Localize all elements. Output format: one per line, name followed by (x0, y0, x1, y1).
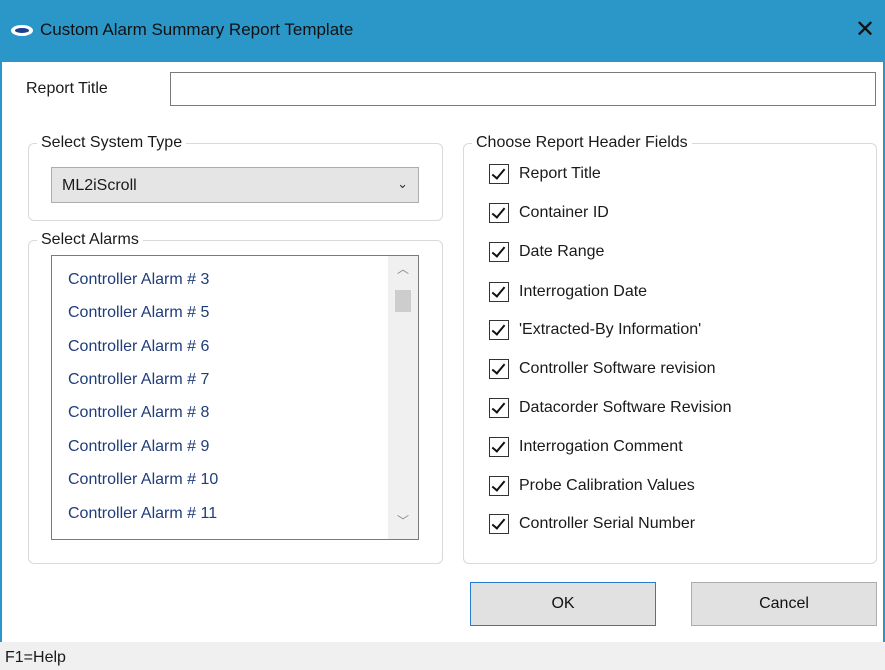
alarms-listbox[interactable]: Controller Alarm # 3 Controller Alarm # … (51, 255, 419, 540)
alarm-list-item[interactable]: Controller Alarm # 5 (68, 303, 209, 323)
checkbox-checked[interactable] (489, 242, 509, 262)
close-icon[interactable]: ✕ (848, 14, 882, 48)
status-help-text: F1=Help (5, 649, 66, 666)
scrollbar-thumb[interactable] (395, 290, 411, 312)
header-field-label: Report Title (519, 165, 601, 182)
alarm-list-item[interactable]: Controller Alarm # 8 (68, 403, 209, 423)
checkbox-checked[interactable] (489, 282, 509, 302)
report-title-input[interactable] (170, 72, 876, 106)
checkbox-checked[interactable] (489, 514, 509, 534)
alarm-list-item[interactable]: Controller Alarm # 3 (68, 270, 209, 290)
system-type-selected-value: ML2iScroll (62, 177, 137, 194)
checkbox-checked[interactable] (489, 203, 509, 223)
header-field-label: Date Range (519, 243, 605, 260)
checkbox-checked[interactable] (489, 398, 509, 418)
ok-button[interactable]: OK (470, 582, 656, 626)
alarm-list-item[interactable]: Controller Alarm # 11 (68, 504, 217, 524)
report-title-label: Report Title (26, 80, 108, 97)
alarm-list-item[interactable]: Controller Alarm # 10 (68, 470, 218, 490)
scroll-down-icon[interactable]: ﹀ (388, 512, 418, 529)
checkbox-checked[interactable] (489, 164, 509, 184)
checkbox-checked[interactable] (489, 320, 509, 340)
title-bar: Custom Alarm Summary Report Template ✕ (0, 0, 885, 62)
window-title: Custom Alarm Summary Report Template (40, 20, 354, 39)
header-field-label: Interrogation Date (519, 283, 648, 300)
scroll-up-icon[interactable]: ︿ (388, 260, 418, 277)
status-bar: F1=Help (0, 642, 885, 670)
alarm-list-item[interactable]: Controller Alarm # 9 (68, 437, 209, 457)
app-logo-icon (11, 25, 33, 36)
system-type-select[interactable]: ML2iScroll ⌄ (51, 167, 419, 203)
checkbox-checked[interactable] (489, 437, 509, 457)
header-field-label: Datacorder Software Revision (519, 399, 732, 416)
header-field-label: Controller Software revision (519, 360, 716, 377)
window-border-left (0, 62, 2, 642)
checkbox-checked[interactable] (489, 359, 509, 379)
checkbox-checked[interactable] (489, 476, 509, 496)
chevron-down-icon: ⌄ (397, 176, 408, 191)
system-type-legend: Select System Type (37, 133, 187, 153)
alarms-scrollbar[interactable]: ︿ ﹀ (388, 256, 418, 539)
alarm-list-item[interactable]: Controller Alarm # 7 (68, 370, 209, 390)
alarm-list-item[interactable]: Controller Alarm # 6 (68, 337, 209, 357)
alarms-legend: Select Alarms (37, 230, 143, 250)
header-fields-legend: Choose Report Header Fields (472, 133, 692, 153)
header-field-label: 'Extracted-By Information' (519, 321, 702, 338)
header-field-label: Interrogation Comment (519, 438, 683, 455)
header-field-label: Probe Calibration Values (519, 477, 695, 494)
cancel-button[interactable]: Cancel (691, 582, 877, 626)
header-field-label: Controller Serial Number (519, 515, 696, 532)
header-field-label: Container ID (519, 204, 609, 221)
